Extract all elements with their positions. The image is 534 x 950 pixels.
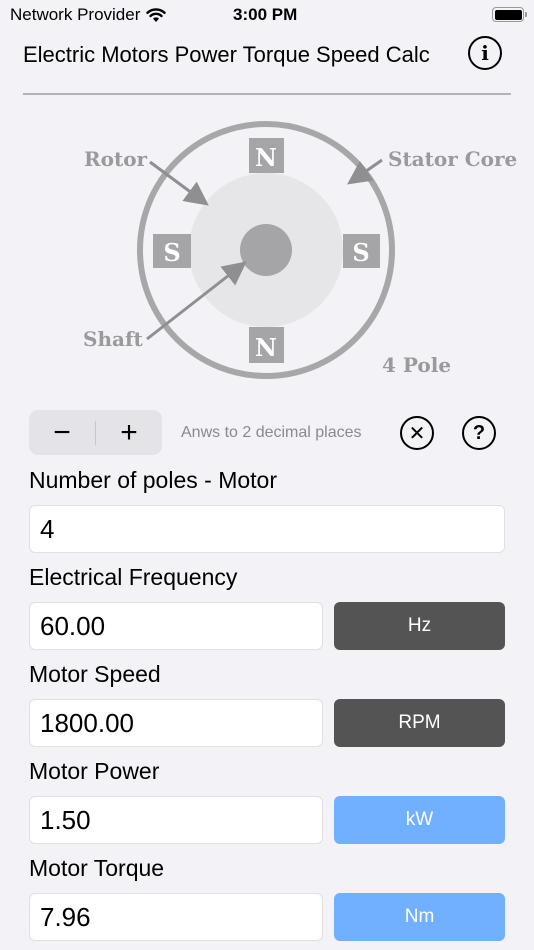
decimal-places-label: Anws to 2 decimal places bbox=[181, 424, 362, 441]
header-divider bbox=[23, 93, 511, 95]
torque-input[interactable]: 7.96 bbox=[29, 893, 323, 941]
battery-icon bbox=[492, 7, 527, 22]
frequency-input[interactable]: 60.00 bbox=[29, 602, 323, 650]
question-icon: ? bbox=[472, 421, 486, 444]
carrier-name: Network Provider bbox=[10, 5, 141, 24]
power-unit-button[interactable]: kW bbox=[334, 796, 505, 844]
stepper-decrement-button[interactable]: − bbox=[29, 410, 95, 455]
plus-icon: + bbox=[120, 415, 138, 449]
stator-core-label: Stator Core bbox=[388, 147, 517, 171]
speed-label: Motor Speed bbox=[29, 661, 161, 687]
frequency-label: Electrical Frequency bbox=[29, 564, 238, 590]
speed-unit-button[interactable]: RPM bbox=[334, 699, 505, 747]
frequency-unit-button[interactable]: Hz bbox=[334, 602, 505, 650]
status-bar: Network Provider 3:00 PM bbox=[0, 0, 534, 30]
carrier-info: Network Provider bbox=[10, 5, 167, 25]
rotor-label: Rotor bbox=[84, 147, 148, 171]
stepper-increment-button[interactable]: + bbox=[96, 410, 162, 455]
wifi-icon bbox=[146, 7, 167, 22]
shaft-label: Shaft bbox=[83, 327, 144, 351]
page-title: Electric Motors Power Torque Speed Calc bbox=[23, 42, 430, 67]
shaft-circle bbox=[240, 224, 292, 276]
speed-input[interactable]: 1800.00 bbox=[29, 699, 323, 747]
pole-top-label: N bbox=[255, 143, 277, 172]
motor-pole-diagram: N N S S Rotor Stator Core Shaft 4 Pole bbox=[83, 121, 517, 379]
navigation-bar: Electric Motors Power Torque Speed Calc bbox=[0, 30, 534, 80]
battery-level bbox=[494, 9, 522, 20]
status-time: 3:00 PM bbox=[233, 5, 298, 24]
pole-count-label: 4 Pole bbox=[382, 353, 451, 377]
battery-tip bbox=[525, 12, 527, 17]
info-button[interactable]: i bbox=[468, 36, 502, 70]
poles-input[interactable]: 4 bbox=[29, 505, 505, 553]
help-button[interactable]: ? bbox=[462, 416, 496, 450]
close-icon: ✕ bbox=[408, 422, 426, 445]
clear-button[interactable]: ✕ bbox=[400, 416, 434, 450]
power-input[interactable]: 1.50 bbox=[29, 796, 323, 844]
pole-bottom-label: N bbox=[255, 333, 277, 362]
pole-right-label: S bbox=[352, 238, 369, 267]
decimal-stepper[interactable]: − + bbox=[29, 410, 162, 455]
pole-left-label: S bbox=[163, 238, 180, 267]
poles-label: Number of poles - Motor bbox=[29, 467, 277, 493]
minus-icon: − bbox=[53, 415, 71, 449]
info-icon: i bbox=[481, 41, 489, 65]
torque-label: Motor Torque bbox=[29, 855, 165, 881]
torque-unit-button[interactable]: Nm bbox=[334, 893, 505, 941]
power-label: Motor Power bbox=[29, 758, 160, 784]
